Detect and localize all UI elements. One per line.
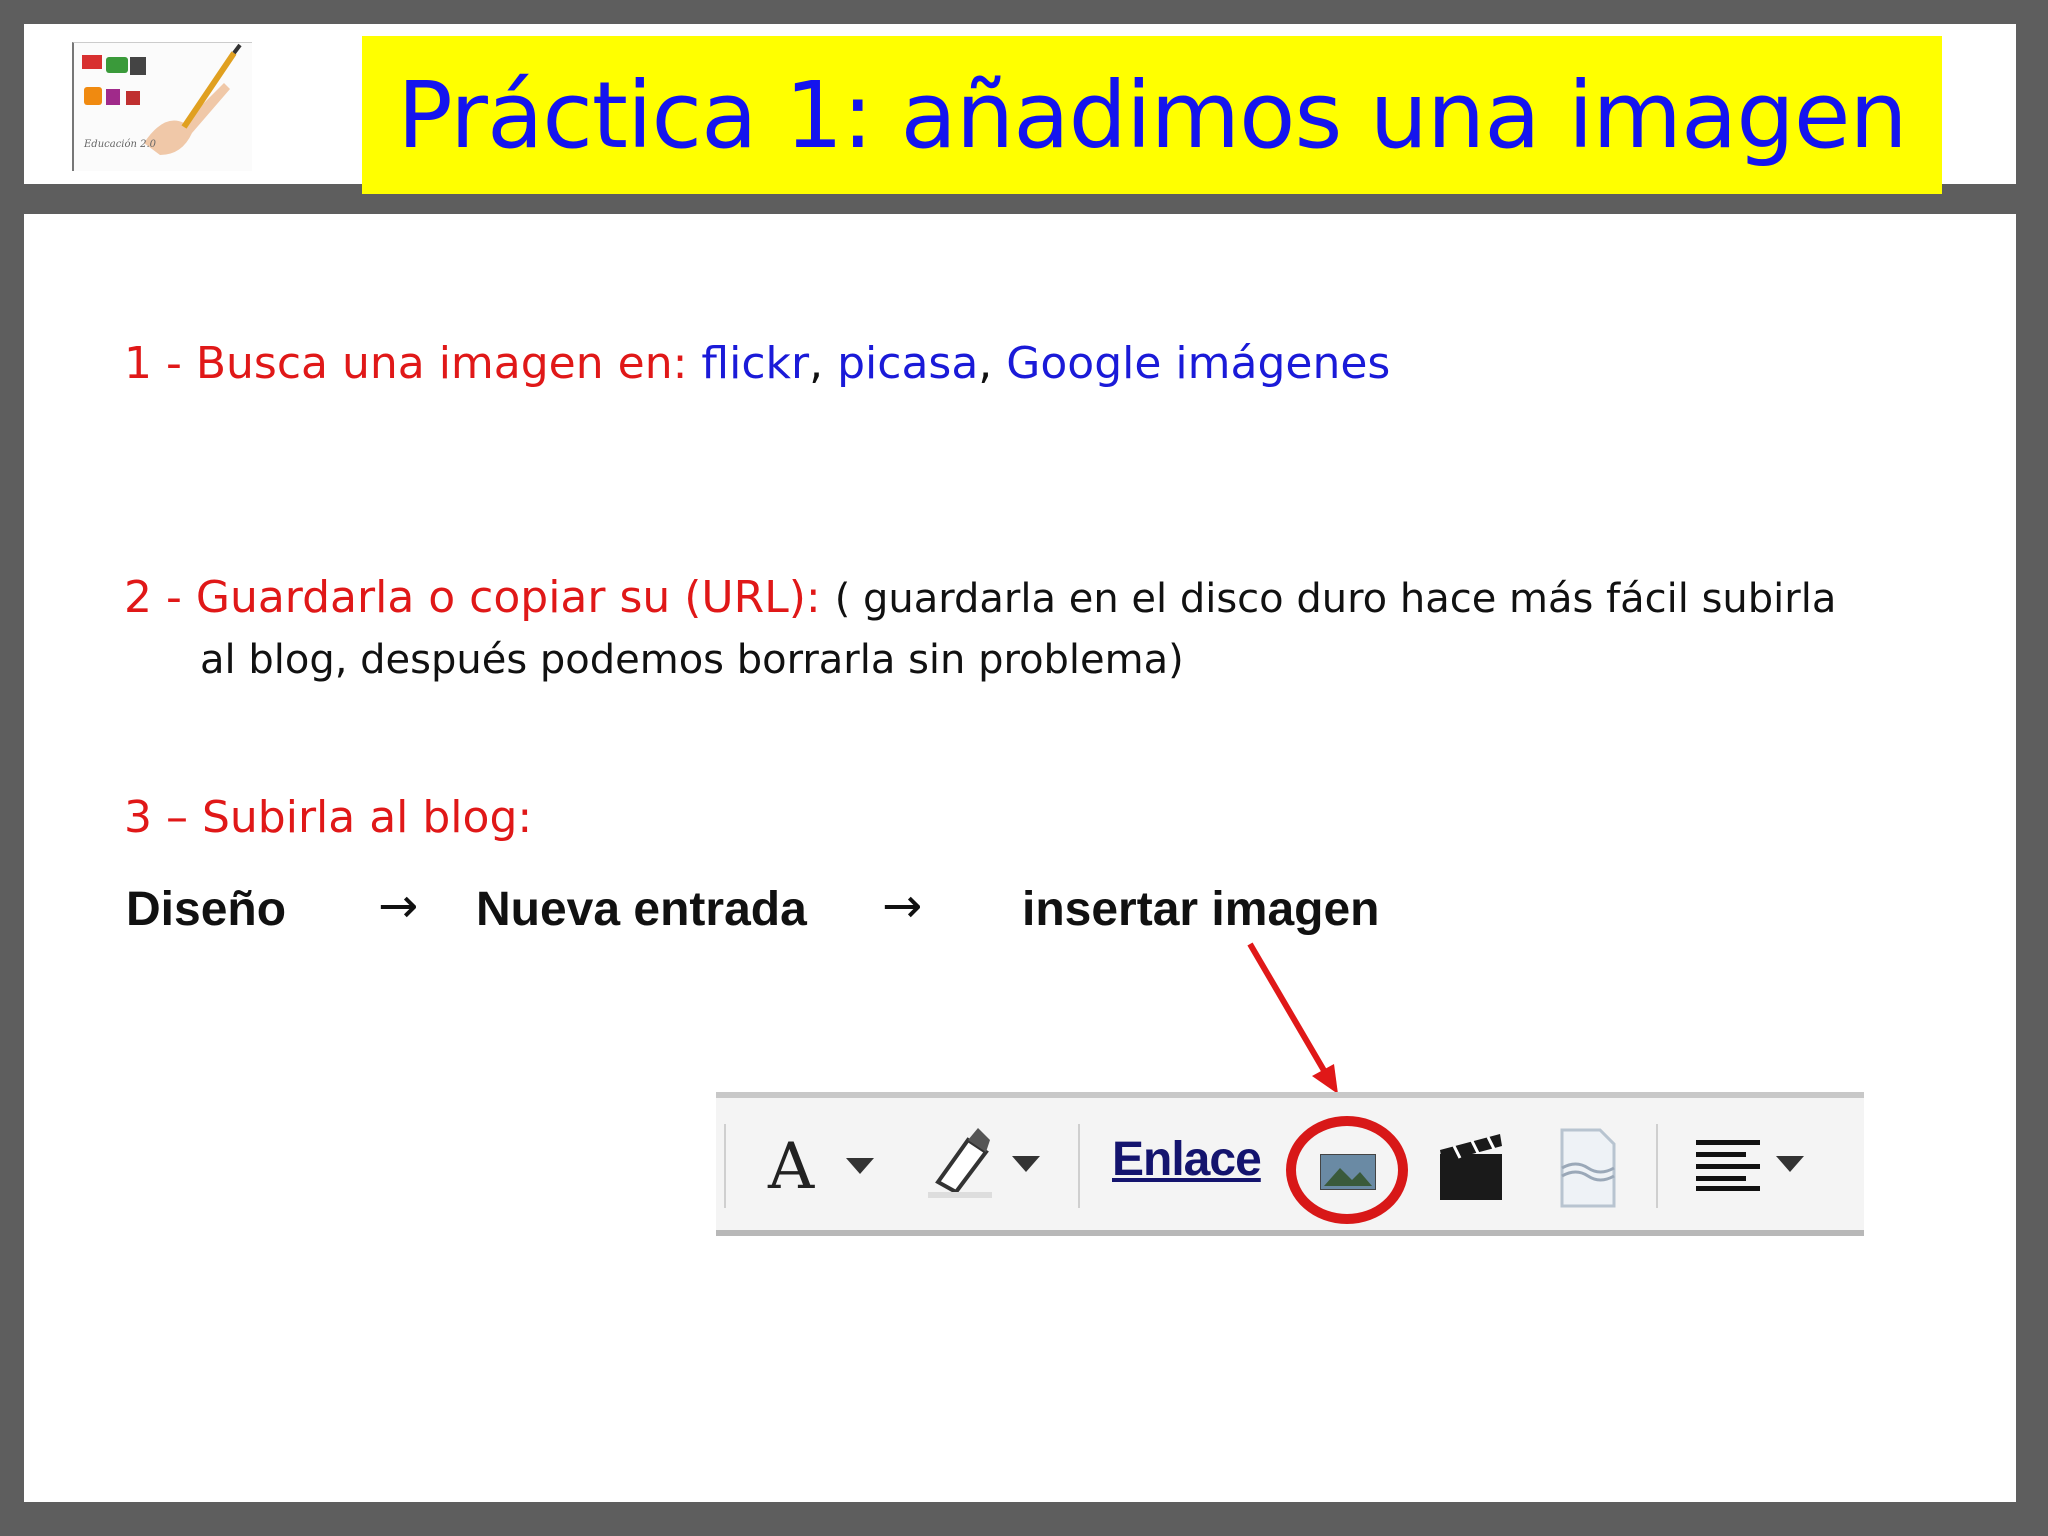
path-arrow-2: → bbox=[882, 878, 923, 934]
insert-video-button[interactable] bbox=[1436, 1128, 1506, 1208]
toolbar-separator bbox=[1078, 1124, 1080, 1208]
toolbar-separator bbox=[1656, 1124, 1658, 1208]
step-3-label: 3 – Subirla al blog: bbox=[124, 792, 533, 843]
link-google-images[interactable]: Google imágenes bbox=[1006, 338, 1390, 389]
step-1: 1 - Busca una imagen en: flickr, picasa,… bbox=[124, 332, 1390, 396]
link-flickr[interactable]: flickr bbox=[701, 338, 809, 389]
separator: , bbox=[978, 338, 1007, 389]
highlight-button[interactable] bbox=[928, 1120, 1058, 1210]
red-pointer-arrow bbox=[1247, 942, 1338, 1094]
step-2-label: 2 - Guardarla o copiar su (URL): bbox=[124, 572, 835, 623]
link-picasa[interactable]: picasa bbox=[837, 338, 978, 389]
logo-caption: Educación 2.0 bbox=[84, 139, 157, 150]
insert-video-icon bbox=[1440, 1134, 1502, 1200]
step-1-label: 1 - Busca una imagen en: bbox=[124, 338, 702, 389]
logo: Educación 2.0 bbox=[72, 42, 252, 171]
path-design: Diseño bbox=[126, 883, 287, 936]
path-insert-image: insertar imagen bbox=[1022, 883, 1380, 936]
page-title: Práctica 1: añadimos una imagen bbox=[397, 61, 1907, 169]
logo-illustration bbox=[82, 43, 242, 155]
step-2: 2 - Guardarla o copiar su (URL): ( guard… bbox=[124, 566, 1836, 631]
align-icon bbox=[1696, 1140, 1760, 1191]
path-arrow-1: → bbox=[378, 878, 419, 934]
align-button[interactable] bbox=[1696, 1138, 1826, 1208]
step-2-note: ( guardarla en el disco duro hace más fá… bbox=[834, 576, 1837, 622]
editor-toolbar: A Enlace bbox=[716, 1092, 1864, 1236]
chevron-down-icon bbox=[846, 1158, 874, 1174]
path-new-entry: Nueva entrada bbox=[476, 883, 807, 936]
separator: , bbox=[809, 338, 838, 389]
font-icon: A bbox=[768, 1130, 815, 1204]
font-button[interactable]: A bbox=[766, 1120, 896, 1210]
title-box: Práctica 1: añadimos una imagen bbox=[362, 36, 1942, 194]
chevron-down-icon bbox=[1012, 1156, 1040, 1172]
page-break-button[interactable] bbox=[1556, 1126, 1626, 1210]
step-2-note-continued: al blog, después podemos borrarla sin pr… bbox=[200, 637, 1184, 683]
chevron-down-icon bbox=[1776, 1156, 1804, 1172]
highlighter-icon bbox=[928, 1128, 992, 1198]
link-button[interactable]: Enlace bbox=[1112, 1132, 1262, 1187]
insert-image-icon bbox=[1320, 1154, 1376, 1190]
content-panel bbox=[24, 214, 2016, 1502]
toolbar-separator bbox=[724, 1124, 726, 1208]
step-3: 3 – Subirla al blog: bbox=[124, 786, 532, 850]
page-break-icon bbox=[1560, 1128, 1616, 1208]
insert-image-button[interactable] bbox=[1286, 1116, 1408, 1224]
